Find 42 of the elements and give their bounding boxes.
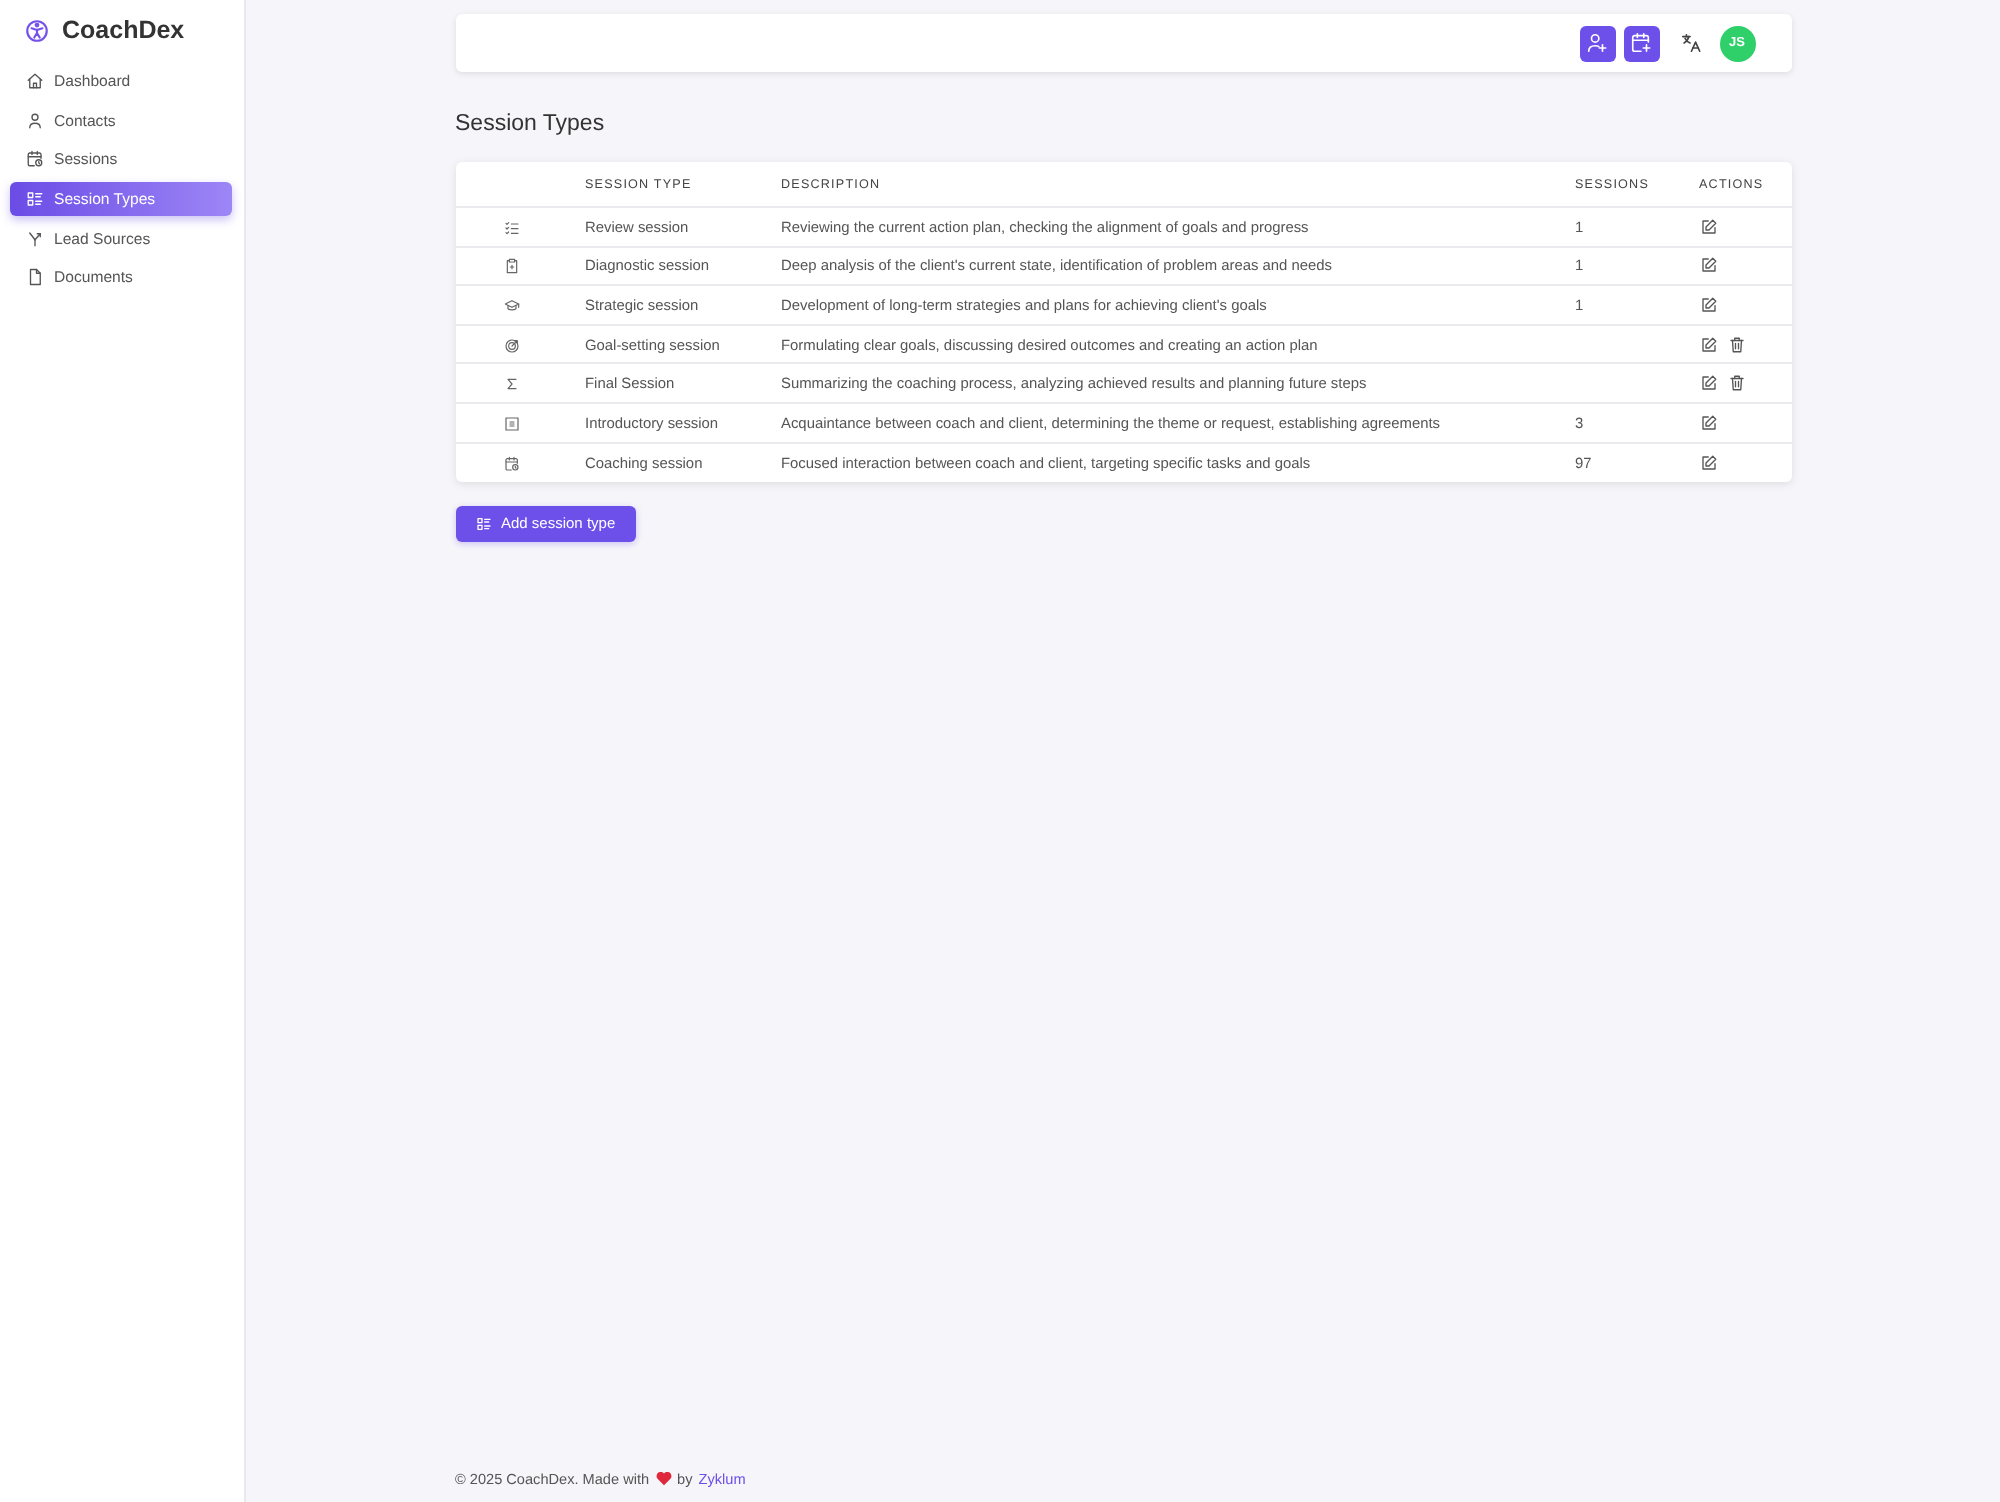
edit-button[interactable] (1699, 335, 1717, 354)
add-session-button[interactable] (1623, 25, 1659, 61)
language-button[interactable] (1679, 31, 1703, 55)
edit-button[interactable] (1699, 453, 1717, 472)
edit-button[interactable] (1699, 374, 1717, 393)
heart-icon (655, 1472, 672, 1486)
edit-icon (1699, 413, 1717, 432)
calendar-plus-icon (1630, 32, 1652, 54)
edit-icon (1699, 295, 1717, 314)
logo-icon (24, 17, 50, 43)
list-grid-icon (26, 190, 44, 209)
home-icon (26, 72, 44, 90)
square-lines-icon (503, 415, 519, 432)
edit-button[interactable] (1699, 256, 1717, 275)
edit-button[interactable] (1699, 217, 1717, 236)
edit-icon (1699, 256, 1717, 275)
user-icon (26, 111, 44, 130)
calendar-clock-icon (503, 455, 519, 472)
edit-icon (1699, 335, 1717, 354)
checklist-icon (503, 219, 519, 236)
file-icon (26, 268, 44, 287)
clipboard-icon (503, 258, 519, 275)
graduation-cap-icon (503, 298, 519, 314)
translate-icon (1679, 32, 1701, 54)
page-title: Session Types (455, 112, 607, 138)
app-title: CoachDex (62, 16, 185, 44)
branch-arrow-icon (26, 229, 44, 248)
edit-button[interactable] (1699, 413, 1717, 432)
sigma-icon (503, 376, 519, 393)
delete-button[interactable] (1727, 374, 1745, 393)
delete-button[interactable] (1727, 335, 1745, 354)
trash-icon (1727, 335, 1745, 354)
list-grid-icon (475, 515, 491, 532)
edit-icon (1699, 217, 1717, 236)
edit-icon (1699, 374, 1717, 393)
edit-button[interactable] (1699, 295, 1717, 314)
calendar-clock-icon (26, 150, 44, 169)
trash-icon (1727, 374, 1745, 393)
add-contact-button[interactable] (1579, 25, 1615, 61)
user-plus-icon (1586, 32, 1608, 54)
target-icon (503, 337, 519, 354)
edit-icon (1699, 453, 1717, 472)
